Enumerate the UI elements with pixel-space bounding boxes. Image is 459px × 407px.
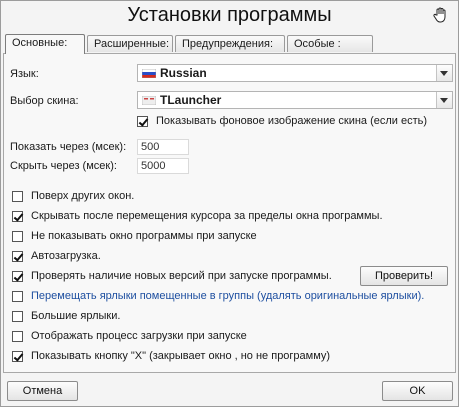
hide-after-label: Скрыть через (мсек): xyxy=(10,160,117,172)
language-select[interactable]: Russian xyxy=(137,64,453,82)
language-value: Russian xyxy=(160,66,207,80)
show-skin-background-label: Показывать фоновое изображение скина (ес… xyxy=(156,115,428,127)
checkbox-box[interactable] xyxy=(12,331,23,342)
option-label: Отображать процесс загрузки при запуске xyxy=(31,330,247,342)
checkbox-box[interactable] xyxy=(12,231,23,242)
tab-warnings[interactable]: Предупреждения: xyxy=(175,35,285,52)
show-after-input[interactable]: 500 xyxy=(137,139,189,155)
window-title: Установки программы xyxy=(127,4,332,26)
russia-flag-icon xyxy=(142,69,156,78)
checkbox-box[interactable] xyxy=(12,311,23,322)
chevron-down-icon[interactable] xyxy=(436,65,452,81)
checkbox-box[interactable] xyxy=(12,291,23,302)
option-label: Проверять наличие новых версий при запус… xyxy=(31,270,332,282)
option-label: Перемещать ярлыки помещенные в группы (у… xyxy=(31,290,425,302)
option-label: Поверх других окон. xyxy=(31,190,135,202)
option-label: Автозагрузка. xyxy=(31,250,101,262)
tab-advanced[interactable]: Расширенные: xyxy=(87,35,173,52)
option-label: Показывать кнопку "X" (закрывает окно , … xyxy=(31,350,331,362)
tab-special[interactable]: Особые : xyxy=(287,35,373,52)
cancel-button[interactable]: Отмена xyxy=(7,381,78,401)
settings-panel: Язык: Russian Выбор скина: TLauncher Пок… xyxy=(3,53,456,373)
option-label: Большие ярлыки. xyxy=(31,310,121,322)
hand-icon[interactable] xyxy=(432,6,450,24)
checkbox-box[interactable] xyxy=(12,191,23,202)
hide-after-input[interactable]: 5000 xyxy=(137,158,189,174)
settings-window: Установки программы Основные: Расширенны… xyxy=(0,0,459,407)
skin-thumbnail-icon xyxy=(142,96,156,105)
skin-select[interactable]: TLauncher xyxy=(137,91,453,109)
option-label: Не показывать окно программы при запуске xyxy=(31,230,257,242)
checkbox-box[interactable] xyxy=(12,211,23,222)
checkbox-box[interactable] xyxy=(12,251,23,262)
checkbox-box[interactable] xyxy=(12,351,23,362)
check-updates-button[interactable]: Проверить! xyxy=(360,266,448,286)
checkbox-box[interactable] xyxy=(137,116,148,127)
skin-value: TLauncher xyxy=(160,93,222,107)
show-after-label: Показать через (мсек): xyxy=(10,141,127,153)
checkbox-box[interactable] xyxy=(12,271,23,282)
option-label: Скрывать после перемещения курсора за пр… xyxy=(31,210,383,222)
ok-button[interactable]: OK xyxy=(382,381,453,401)
tab-general[interactable]: Основные: xyxy=(5,34,85,54)
language-label: Язык: xyxy=(10,68,39,80)
skin-label: Выбор скина: xyxy=(10,95,79,107)
chevron-down-icon[interactable] xyxy=(436,92,452,108)
